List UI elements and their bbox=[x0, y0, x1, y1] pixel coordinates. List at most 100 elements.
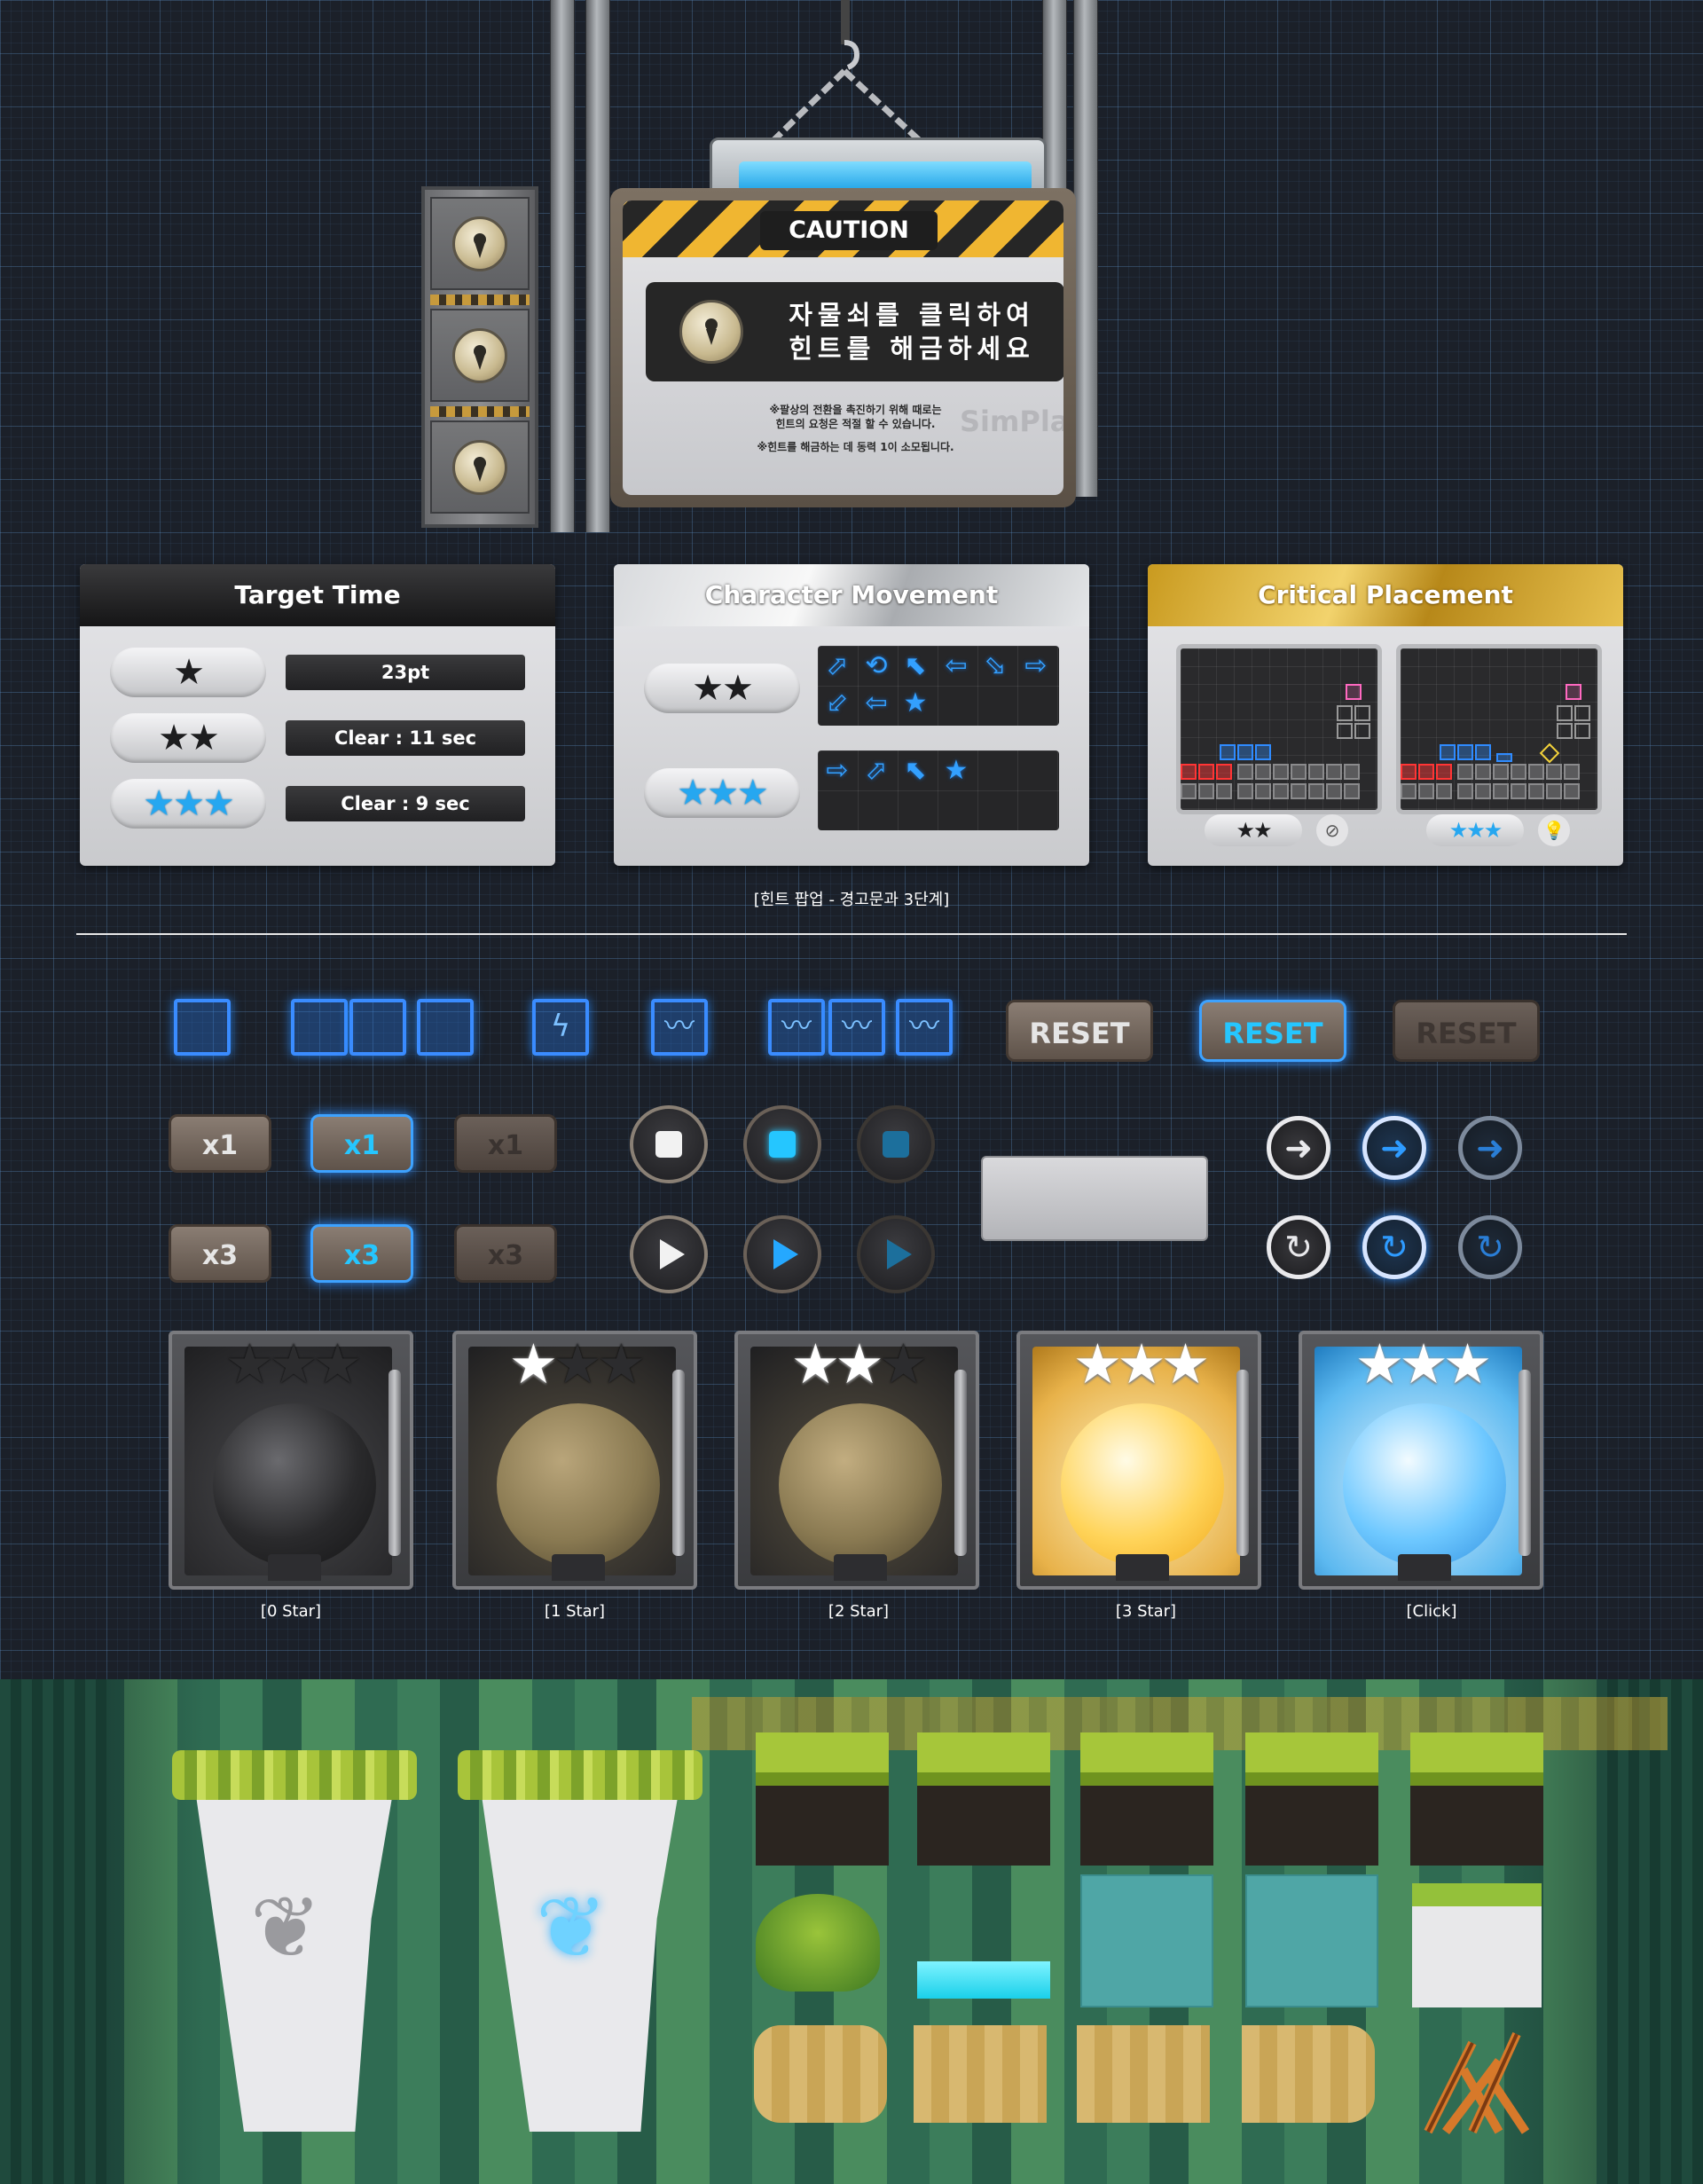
speed-x1-button-hover[interactable]: x1 bbox=[310, 1114, 413, 1173]
target-value: 23pt bbox=[286, 655, 525, 690]
play-icon bbox=[887, 1239, 912, 1269]
reset-button-hover[interactable]: RESET bbox=[1199, 1000, 1346, 1062]
water-tile bbox=[1080, 1874, 1213, 2007]
speed-x1-button-disabled[interactable]: x1 bbox=[454, 1114, 557, 1173]
retry-button-hover[interactable]: ↻ bbox=[1362, 1215, 1426, 1279]
caution-board: CAUTION 자물쇠를 클릭하여 힌트를 해금하세요 ※팔상의 전환을 촉진하… bbox=[610, 188, 1076, 507]
orb-star-rating: ★★★ bbox=[1354, 1332, 1493, 1396]
caption-click: [Click] bbox=[1406, 1602, 1457, 1621]
block-tile-triple[interactable] bbox=[417, 999, 474, 1056]
stop-button-hover[interactable] bbox=[743, 1105, 821, 1183]
keyhole-lock-icon[interactable] bbox=[679, 300, 743, 364]
speed-x3-button-hover[interactable]: x3 bbox=[310, 1224, 413, 1283]
hazard-stripes: CAUTION bbox=[623, 200, 1063, 257]
lock-column bbox=[421, 186, 538, 528]
play-button-normal[interactable] bbox=[630, 1215, 708, 1293]
block-tile-triple[interactable] bbox=[349, 999, 406, 1056]
arrow-icon: ⬉ bbox=[904, 650, 927, 681]
orb-ball bbox=[497, 1403, 660, 1567]
grass-tile bbox=[1080, 1732, 1213, 1866]
stop-button-disabled[interactable] bbox=[857, 1105, 935, 1183]
star-pill: ★★★ bbox=[644, 768, 800, 818]
next-button-normal[interactable]: ➜ bbox=[1267, 1116, 1330, 1180]
keyhole-lock-icon[interactable] bbox=[452, 440, 507, 495]
speed-x3-button-normal[interactable]: x3 bbox=[169, 1224, 271, 1283]
orb-0-star[interactable]: ★★★ bbox=[169, 1331, 413, 1590]
play-button-disabled[interactable] bbox=[857, 1215, 935, 1293]
unlock-message: 자물쇠를 클릭하여 힌트를 해금하세요 bbox=[789, 300, 1035, 364]
lock-stripe bbox=[430, 295, 530, 305]
lightbulb-icon: 💡 bbox=[1538, 814, 1570, 846]
no-hint-icon: ⊘ bbox=[1316, 814, 1348, 846]
arrow-sequence: ⇨ ⬀ ⬉ ★ bbox=[818, 750, 1059, 830]
arrow-icon: ⬉ bbox=[904, 755, 927, 786]
panel-target-time: Target Time ★ 23pt ★★ Clear : 11 sec ★★★… bbox=[80, 564, 555, 866]
orb-3-star[interactable]: ★★★ bbox=[1016, 1331, 1261, 1590]
play-button-hover[interactable] bbox=[743, 1215, 821, 1293]
unlock-message-box[interactable]: 자물쇠를 클릭하여 힌트를 해금하세요 bbox=[646, 282, 1063, 381]
target-value: Clear : 11 sec bbox=[286, 720, 525, 756]
wave-tile-icon[interactable]: 〰 bbox=[896, 999, 953, 1056]
orb-ball bbox=[779, 1403, 942, 1567]
orb-2-star[interactable]: ★★★ bbox=[734, 1331, 979, 1590]
lightning-tile-icon[interactable]: ϟ bbox=[532, 999, 589, 1056]
retry-button-disabled[interactable]: ↻ bbox=[1458, 1215, 1522, 1279]
grass-tile bbox=[917, 1732, 1050, 1866]
reset-button-normal[interactable]: RESET bbox=[1006, 1000, 1153, 1062]
orb-star-rating: ★★★ bbox=[224, 1332, 363, 1396]
target-value: Clear : 9 sec bbox=[286, 786, 525, 821]
block-tile-single[interactable] bbox=[174, 999, 231, 1056]
moss bbox=[458, 1750, 702, 1800]
lock-stripe bbox=[430, 406, 530, 417]
arrow-icon: ⟲ bbox=[865, 650, 888, 681]
arrow-icon: ⇨ bbox=[826, 755, 849, 786]
rig-pole-right-outer bbox=[1073, 0, 1098, 497]
reset-button-disabled[interactable]: RESET bbox=[1393, 1000, 1540, 1062]
leafy-plant-sprite bbox=[756, 1894, 880, 1992]
star-pill: ★★ bbox=[1205, 814, 1302, 846]
arrow-icon: ⬃ bbox=[826, 687, 849, 719]
keyhole-lock-icon[interactable] bbox=[452, 328, 507, 383]
grass-tile bbox=[1245, 1732, 1378, 1866]
keyhole-lock-icon[interactable] bbox=[452, 216, 507, 271]
arrow-icon: ⇦ bbox=[865, 687, 888, 719]
speed-x3-button-disabled[interactable]: x3 bbox=[454, 1224, 557, 1283]
stop-icon bbox=[655, 1131, 682, 1158]
orb-click[interactable]: ★★★ bbox=[1299, 1331, 1543, 1590]
orb-star-rating: ★★★ bbox=[508, 1332, 647, 1396]
log-tile-left bbox=[754, 2025, 887, 2123]
caution-title: CAUTION bbox=[760, 211, 938, 250]
caption-0-star: [0 Star] bbox=[260, 1602, 322, 1621]
star-pill: ★★ bbox=[644, 664, 800, 713]
wave-tile-icon[interactable]: 〰 bbox=[768, 999, 825, 1056]
next-button-disabled[interactable]: ➜ bbox=[1458, 1116, 1522, 1180]
panel-character-movement: Character Movement ★★ ⬀ ⟲ ⬉ ⇦ ⬂ ⇨ ⬃ ⇦ ★ … bbox=[614, 564, 1089, 866]
orb-star-rating: ★★★ bbox=[790, 1332, 929, 1396]
campfire-sticks-icon bbox=[1424, 2031, 1530, 2134]
gem-marker bbox=[1539, 742, 1560, 764]
leaf-emblem-icon: ❦ bbox=[250, 1878, 322, 1977]
wave-tile-icon[interactable]: 〰 bbox=[828, 999, 885, 1056]
panel-title: Character Movement bbox=[614, 564, 1089, 626]
orb-star-rating: ★★★ bbox=[1072, 1332, 1211, 1396]
rig-pole-left bbox=[550, 0, 575, 532]
star-pill: ★★ bbox=[110, 713, 266, 763]
moss bbox=[172, 1750, 417, 1800]
water-surface-tile bbox=[917, 1961, 1050, 1999]
blank-metal-plate bbox=[981, 1156, 1208, 1241]
goal-star-icon: ★ bbox=[903, 687, 928, 719]
arrow-icon: ⬂ bbox=[984, 650, 1007, 681]
wave-tile-icon[interactable]: 〰 bbox=[651, 999, 708, 1056]
stone-block-sprite bbox=[1412, 1883, 1542, 2007]
speed-x1-button-normal[interactable]: x1 bbox=[169, 1114, 271, 1173]
water-tile bbox=[1245, 1874, 1378, 2007]
tree-trunk bbox=[1597, 1679, 1703, 2184]
orb-1-star[interactable]: ★★★ bbox=[452, 1331, 697, 1590]
caution-hint-rig: CAUTION 자물쇠를 클릭하여 힌트를 해금하세요 ※팔상의 전환을 촉진하… bbox=[417, 0, 1153, 537]
retry-button-normal[interactable]: ↻ bbox=[1267, 1215, 1330, 1279]
log-tile bbox=[1077, 2025, 1210, 2123]
block-tile-triple[interactable] bbox=[291, 999, 348, 1056]
stop-button-normal[interactable] bbox=[630, 1105, 708, 1183]
next-button-hover[interactable]: ➜ bbox=[1362, 1116, 1426, 1180]
panel-critical-placement: Critical Placement ★★ ⊘ ★★★ 💡 bbox=[1148, 564, 1623, 866]
